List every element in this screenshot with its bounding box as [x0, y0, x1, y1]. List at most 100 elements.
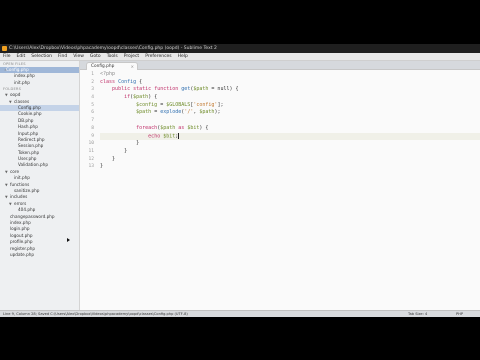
video-letterbox-bottom — [0, 317, 480, 360]
sidebar-item-label: sanitize.php — [14, 188, 40, 194]
menu-help[interactable]: Help — [175, 53, 191, 61]
code-line[interactable]: $path = explode('/', $path); — [100, 109, 480, 117]
code-token: { — [136, 78, 143, 85]
menu-selection[interactable]: Selection — [28, 53, 55, 61]
code-token: Config — [118, 78, 137, 85]
text-cursor — [178, 132, 180, 139]
sidebar-item-label: errors — [14, 200, 27, 206]
menu-file[interactable]: File — [0, 53, 14, 61]
line-number: 13 — [88, 164, 94, 170]
code-token: <?php — [100, 71, 116, 77]
code-token: explode — [160, 109, 182, 116]
line-number: 3 — [91, 87, 94, 93]
code-token: '/' — [184, 109, 194, 116]
line-number-gutter: 1 2 3 4 5 6 7 8 9 10 11 12 13 — [80, 71, 96, 310]
code-token: ); — [214, 109, 221, 116]
menu-preferences[interactable]: Preferences — [142, 53, 174, 61]
code-token: $path — [193, 86, 209, 93]
line-number: 7 — [91, 118, 94, 124]
code-line[interactable]: } — [100, 163, 480, 171]
tab-label: Config.php — [91, 64, 115, 69]
code-token: $path — [136, 109, 152, 116]
sidebar-item-label: User.php — [18, 156, 37, 162]
line-number: 12 — [88, 156, 94, 162]
sublime-window: C:\Users\Alex\Dropbox\Videos\phpacademy\… — [0, 44, 480, 317]
code-token: echo — [148, 133, 164, 139]
sidebar-item-label: Redirect.php — [18, 136, 45, 142]
code-token: public static function — [112, 86, 182, 93]
sidebar-item-label: Input.php — [18, 130, 39, 136]
mouse-pointer-icon — [67, 238, 70, 242]
menu-tools[interactable]: Tools — [104, 53, 121, 61]
sidebar-item-label: update.php — [10, 251, 35, 257]
code-line[interactable]: class Config { — [100, 79, 480, 87]
code-token: } — [100, 147, 128, 154]
code-line[interactable]: } — [100, 156, 480, 164]
code-line[interactable]: foreach($path as $bit) { — [100, 125, 480, 133]
tab-close-icon[interactable]: × — [131, 63, 134, 70]
sidebar-item-label: Session.php — [18, 143, 44, 149]
sidebar-item-label: init.php — [14, 79, 30, 85]
sidebar-item-label: DB.php — [18, 117, 34, 123]
line-number: 9 — [91, 133, 94, 139]
line-number: 11 — [88, 148, 94, 154]
sidebar-item-label: changepassword.php — [10, 213, 55, 219]
window-title: C:\Users\Alex\Dropbox\Videos\phpacademy\… — [9, 46, 217, 51]
code-editor[interactable]: 1 2 3 4 5 6 7 8 9 10 11 12 13 <?php class Config { pu… — [80, 71, 480, 310]
code-token: ]; — [217, 101, 224, 108]
code-token: } — [100, 163, 104, 170]
code-line[interactable]: } — [100, 140, 480, 148]
line-number: 4 — [91, 95, 94, 101]
line-number: 5 — [91, 102, 94, 108]
code-token: = — [157, 101, 167, 108]
code-line[interactable]: echo $bit; — [100, 132, 480, 141]
code-line[interactable]: public static function get($path = null)… — [100, 86, 480, 94]
menu-project[interactable]: Project — [121, 53, 142, 61]
line-number: 6 — [91, 110, 94, 116]
code-token: class — [100, 78, 119, 85]
sidebar-file[interactable]: init.php — [0, 80, 79, 86]
sidebar-item-label: Validation.php — [18, 162, 48, 168]
code-token: foreach — [136, 124, 158, 131]
sidebar-item-label: Token.php — [18, 149, 40, 155]
sidebar-item-label: includes — [10, 194, 28, 200]
menu-edit[interactable]: Edit — [14, 53, 29, 61]
sidebar-item-label: init.php — [14, 175, 30, 181]
sidebar-item-label: Config.php — [18, 104, 41, 110]
line-number: 10 — [88, 141, 94, 147]
sidebar-item-label: classes — [14, 98, 30, 104]
code-line[interactable]: $config = $GLOBALS['config']; — [100, 102, 480, 110]
sidebar-item-label: register.php — [10, 245, 36, 251]
sidebar-item-label: functions — [10, 181, 30, 187]
code-token: $path — [199, 109, 215, 116]
video-letterbox-top — [0, 0, 480, 44]
code-line[interactable]: if($path) { — [100, 94, 480, 102]
code-line[interactable] — [100, 117, 480, 125]
sublime-app-icon — [2, 46, 7, 51]
line-number: 8 — [91, 125, 94, 131]
code-token: = — [151, 109, 161, 116]
line-number: 1 — [91, 72, 94, 77]
menu-goto[interactable]: Goto — [87, 53, 104, 61]
menu-find[interactable]: Find — [55, 53, 70, 61]
sidebar: OPEN FILES ×Config.php index.php init.php FO… — [0, 61, 80, 310]
code-token: 'config' — [193, 101, 218, 108]
code-token: $path — [160, 124, 176, 131]
code-token: $config — [136, 101, 158, 108]
code-area[interactable]: <?php class Config { public static functi… — [100, 71, 480, 171]
menu-view[interactable]: View — [70, 53, 87, 61]
code-token: = null) { — [208, 86, 239, 93]
tab-bar: Config.php × — [80, 61, 480, 70]
sidebar-item-label: index.php — [14, 73, 35, 79]
tab-config-php[interactable]: Config.php × — [86, 62, 138, 70]
code-token: get — [181, 86, 191, 93]
sidebar-file[interactable]: update.php — [0, 252, 79, 258]
sidebar-item-label: Hash.php — [18, 124, 38, 130]
code-line[interactable]: } — [100, 148, 480, 156]
code-line[interactable]: <?php — [100, 71, 480, 79]
code-token: } — [100, 155, 116, 162]
